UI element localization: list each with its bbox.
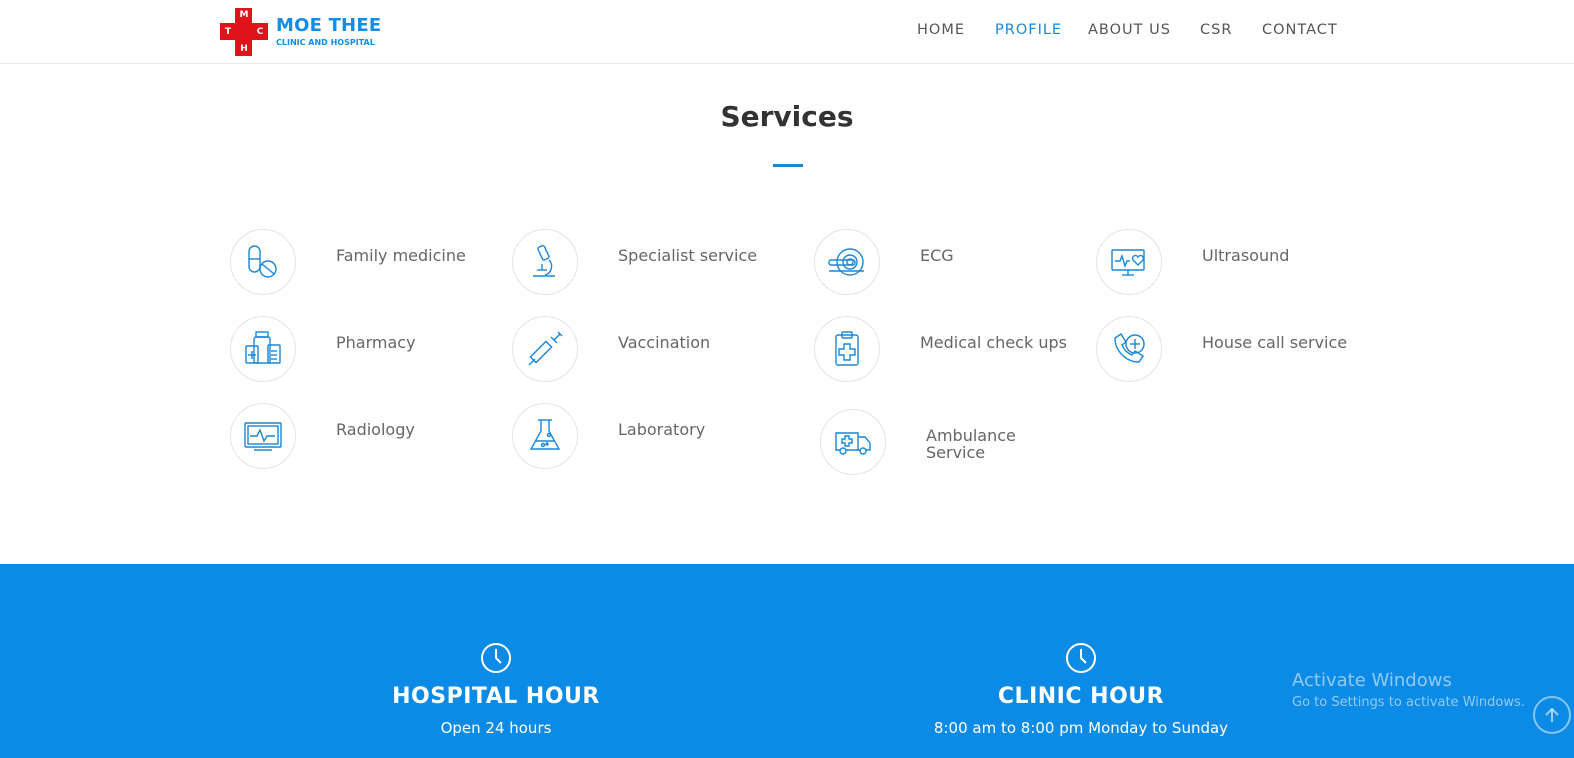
clock-icon xyxy=(480,642,512,674)
service-laboratory[interactable]: Laboratory xyxy=(512,403,792,473)
syringe-icon xyxy=(512,316,578,382)
service-label: Ambulance Service xyxy=(926,426,1016,462)
service-label: Vaccination xyxy=(618,333,711,352)
service-medical-check-ups[interactable]: Medical check ups xyxy=(814,316,1094,386)
main-nav: HOME PROFILE ABOUT US CSR CONTACT xyxy=(0,22,1574,42)
nav-profile[interactable]: PROFILE xyxy=(995,22,1062,38)
services-title: Services xyxy=(720,100,854,133)
service-radiology[interactable]: Radiology xyxy=(230,403,510,473)
activate-windows-watermark: Activate Windows Go to Settings to activ… xyxy=(1292,670,1525,710)
hospital-hour: HOSPITAL HOUR Open 24 hours xyxy=(296,642,696,737)
service-ambulance[interactable]: Ambulance Service xyxy=(820,409,1100,479)
service-label: Family medicine xyxy=(336,246,466,265)
clinic-hour-text: 8:00 am to 8:00 pm Monday to Sunday xyxy=(933,719,1229,737)
service-label: ECG xyxy=(920,246,954,265)
ecg-monitor-icon xyxy=(230,403,296,469)
phone-medical-icon xyxy=(1096,316,1162,382)
clipboard-cross-icon xyxy=(814,316,880,382)
service-pharmacy[interactable]: Pharmacy xyxy=(230,316,510,386)
service-vaccination[interactable]: Vaccination xyxy=(512,316,792,386)
monitor-heart-icon xyxy=(1096,229,1162,295)
service-ecg[interactable]: ECG xyxy=(814,229,1094,299)
service-label: Radiology xyxy=(336,420,415,439)
scroll-to-top-button[interactable] xyxy=(1533,696,1571,734)
scanner-icon xyxy=(814,229,880,295)
service-ultrasound[interactable]: Ultrasound xyxy=(1096,229,1376,299)
watermark-line2: Go to Settings to activate Windows. xyxy=(1292,695,1525,710)
hospital-hour-text: Open 24 hours xyxy=(440,719,552,737)
nav-home[interactable]: HOME xyxy=(917,22,965,38)
service-label: Laboratory xyxy=(618,420,706,439)
service-label: Pharmacy xyxy=(336,333,416,352)
service-specialist[interactable]: Specialist service xyxy=(512,229,792,299)
nav-csr[interactable]: CSR xyxy=(1200,22,1232,38)
hospital-hour-title: HOSPITAL HOUR xyxy=(392,684,600,709)
nav-about-us[interactable]: ABOUT US xyxy=(1088,22,1171,38)
service-label: House call service xyxy=(1202,333,1348,352)
clinic-hour: CLINIC HOUR 8:00 am to 8:00 pm Monday to… xyxy=(881,642,1281,737)
service-house-call[interactable]: House call service xyxy=(1096,316,1376,386)
medicine-bottles-icon xyxy=(230,316,296,382)
watermark-line1: Activate Windows xyxy=(1292,670,1452,691)
arrow-up-icon xyxy=(1545,707,1559,722)
flask-icon xyxy=(512,403,578,469)
service-label: Medical check ups xyxy=(920,333,1067,352)
logo-letter: M xyxy=(239,10,249,20)
clock-icon xyxy=(1065,642,1097,674)
nav-contact[interactable]: CONTACT xyxy=(1262,22,1338,38)
service-label: Specialist service xyxy=(618,246,758,265)
hours-band: HOSPITAL HOUR Open 24 hours CLINIC HOUR … xyxy=(0,564,1574,758)
ambulance-icon xyxy=(820,409,886,475)
title-underline xyxy=(773,164,803,167)
clinic-hour-title: CLINIC HOUR xyxy=(997,684,1165,709)
service-label: Ultrasound xyxy=(1202,246,1290,265)
service-family-medicine[interactable]: Family medicine xyxy=(230,229,510,299)
microscope-icon xyxy=(512,229,578,295)
pills-icon xyxy=(230,229,296,295)
logo-letter: H xyxy=(240,44,248,54)
site-header: M T C H MOE THEE CLINIC AND HOSPITAL HOM… xyxy=(0,0,1574,64)
